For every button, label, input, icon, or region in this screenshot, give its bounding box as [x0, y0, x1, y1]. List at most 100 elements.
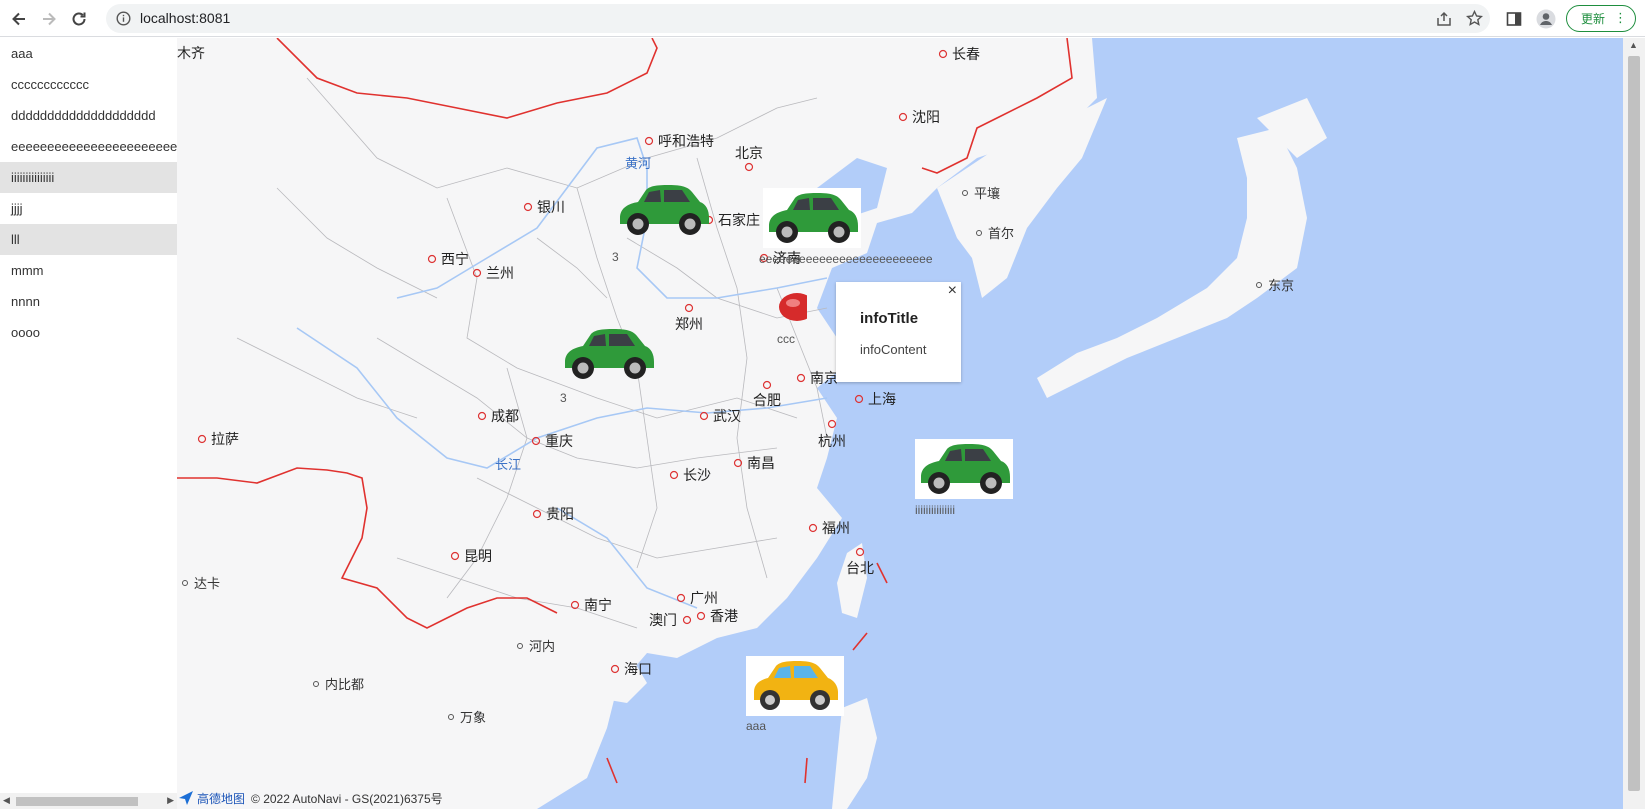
forward-button[interactable] [38, 8, 60, 30]
city-label-dongjing: 东京 [1268, 278, 1294, 293]
info-window: × infoTitle infoContent [836, 282, 961, 382]
address-bar[interactable]: localhost:8081 [106, 4, 1490, 33]
city-label-neibidu: 内比都 [325, 677, 364, 692]
red-marker-icon [779, 293, 815, 321]
city-label-nanjing: 南京 [810, 370, 838, 386]
vehicle-marker[interactable] [915, 439, 1013, 499]
yellow-taxi-icon [754, 661, 838, 710]
info-window-content: infoContent [860, 342, 927, 357]
city-label-yinchuan: 银川 [537, 199, 565, 215]
scroll-left-icon[interactable]: ◀ [3, 795, 10, 806]
list-item[interactable]: nnnn [0, 286, 177, 317]
vehicle-marker[interactable] [777, 291, 815, 323]
city-label-guangzhou: 广州 [690, 590, 718, 606]
city-label-lanzhou: 兰州 [486, 265, 514, 281]
city-label-changchun: 长春 [952, 46, 980, 62]
city-label-shanghai: 上海 [868, 391, 896, 407]
close-icon[interactable]: × [948, 282, 957, 300]
marker-label: 3 [560, 391, 567, 405]
city-label-aomen: 澳门 [649, 612, 677, 628]
city-label-hefei: 合肥 [753, 392, 781, 408]
update-button[interactable]: 更新 ⋮ [1566, 5, 1636, 32]
city-label-hangzhou: 杭州 [818, 433, 846, 449]
info-window-title: infoTitle [860, 310, 919, 327]
city-label-wulumuqi: 木齐 [177, 45, 205, 61]
reload-button[interactable] [68, 8, 90, 30]
japan-landmass [1037, 128, 1307, 398]
marker-label: iiiiiiiiiiiiiii [915, 503, 955, 517]
city-label-daka: 达卡 [194, 576, 220, 591]
city-label-nanning: 南宁 [584, 597, 612, 613]
list-item-selected[interactable]: iiiiiiiiiiiiiii [0, 162, 177, 193]
city-label-kunming: 昆明 [464, 548, 492, 564]
list-item[interactable]: cccccccccccc [0, 69, 177, 100]
green-car-icon [769, 193, 858, 243]
scroll-right-icon[interactable]: ▶ [167, 795, 174, 806]
city-label-wuhan: 武汉 [713, 408, 741, 424]
city-label-guiyang: 贵阳 [546, 506, 574, 522]
city-label-shenyang: 沈阳 [912, 109, 940, 125]
info-icon[interactable] [116, 11, 131, 26]
city-label-shijiazhuang: 石家庄 [718, 212, 760, 228]
list-item[interactable]: eeeeeeeeeeeeeeeeeeeeeeee [0, 131, 177, 162]
city-label-huhehaote: 呼和浩特 [658, 133, 714, 149]
browser-toolbar: localhost:8081 更新 ⋮ [0, 0, 1645, 37]
scrollbar-thumb[interactable] [1628, 56, 1640, 791]
city-label-taibei: 台北 [846, 560, 874, 576]
city-label-chengdu: 成都 [491, 408, 519, 424]
vertical-scrollbar[interactable]: ▲ [1623, 38, 1645, 809]
back-arrow-icon [12, 12, 25, 26]
amap-logo-text: 高德地图 [197, 791, 246, 806]
bookmark-star-icon[interactable] [1466, 10, 1483, 27]
side-panel-icon [1506, 12, 1522, 26]
profile-button[interactable] [1535, 8, 1557, 30]
city-label-chongqing: 重庆 [545, 433, 573, 449]
mainland-landmass [177, 38, 1097, 809]
copyright-text: © 2022 AutoNavi - GS(2021)6375号 [251, 791, 443, 806]
green-car-icon [921, 444, 1010, 494]
list-item[interactable]: oooo [0, 317, 177, 348]
river-label-changjiang: 长江 [495, 457, 521, 472]
horizontal-scrollbar[interactable]: ◀ ▶ [0, 793, 177, 809]
city-label-henei: 河内 [529, 639, 555, 654]
city-label-haikou: 海口 [624, 661, 652, 677]
address-url[interactable]: localhost:8081 [140, 10, 230, 26]
sidebar-list: aaa cccccccccccc dddddddddddddddddddd ee… [0, 38, 177, 809]
city-label-shouer: 首尔 [988, 226, 1014, 241]
city-label-beijing: 北京 [735, 145, 763, 161]
marker-label: ccc [777, 332, 795, 346]
update-label: 更新 [1581, 12, 1606, 26]
city-label-zhengzhou: 郑州 [675, 316, 703, 332]
list-item[interactable]: aaa [0, 38, 177, 69]
marker-label: 3 [612, 250, 619, 264]
marker-label: aaa [746, 719, 767, 733]
more-menu-icon: ⋮ [1614, 10, 1627, 25]
river-label-huanghe: 黄河 [625, 156, 651, 171]
back-button[interactable] [8, 8, 30, 30]
side-panel-button[interactable] [1503, 8, 1525, 30]
list-item[interactable]: mmm [0, 255, 177, 286]
city-label-fuzhou: 福州 [822, 520, 850, 536]
city-label-pingrang: 平壤 [974, 186, 1000, 201]
vehicle-marker[interactable] [614, 180, 712, 240]
vehicle-marker[interactable] [746, 656, 844, 716]
scrollbar-thumb[interactable] [16, 797, 138, 806]
city-label-xianggang: 香港 [710, 608, 738, 624]
amap-logo-icon [179, 791, 193, 805]
city-label-lasa: 拉萨 [211, 431, 239, 447]
list-item[interactable]: dddddddddddddddddddd [0, 100, 177, 131]
list-item-selected[interactable]: lll [0, 224, 177, 255]
share-icon[interactable] [1436, 11, 1452, 27]
vehicle-marker[interactable] [559, 324, 657, 384]
map-canvas[interactable]: 木齐 长春 沈阳 呼和浩特 北京 银川 石家庄 西宁 兰州 济南 郑州 南京 合… [177, 38, 1623, 809]
list-item[interactable]: jjjj [0, 193, 177, 224]
avatar-icon [1536, 9, 1556, 29]
scroll-up-icon[interactable]: ▲ [1629, 40, 1638, 50]
forward-arrow-icon [43, 12, 56, 26]
city-label-wanxiang: 万象 [460, 710, 486, 725]
map-attribution: 高德地图 © 2022 AutoNavi - GS(2021)6375号 [177, 789, 443, 807]
marker-label: eeeeeeeeeeeeeeeeeeeeeeeeee [759, 252, 933, 266]
green-car-icon [620, 185, 709, 235]
city-label-nanchang: 南昌 [747, 455, 775, 471]
vehicle-marker[interactable] [763, 188, 861, 248]
